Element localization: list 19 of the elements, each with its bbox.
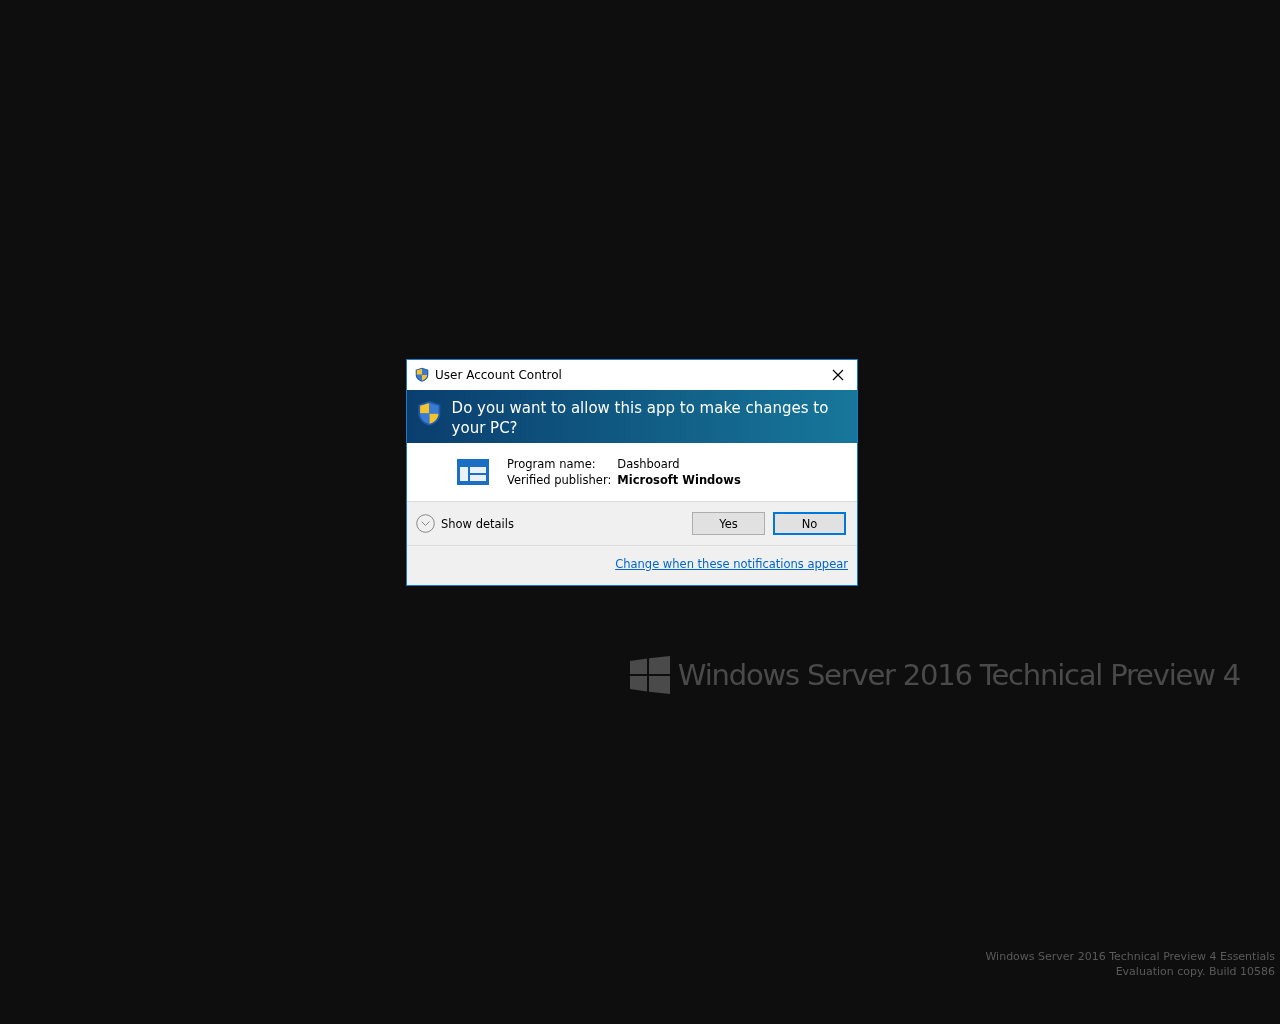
windows-logo-icon	[629, 656, 670, 694]
dialog-button[interactable]: Yes	[692, 512, 765, 535]
field-label: Verified publisher:	[507, 473, 612, 487]
field-label: Program name:	[507, 457, 597, 471]
shield-icon	[417, 398, 442, 429]
settings-link[interactable]: Change when these notifications appear	[615, 557, 848, 571]
show-details-toggle[interactable]: Show details	[416, 514, 684, 533]
product-name: Windows Server 2016 Technical Preview 4	[677, 658, 1240, 692]
edition-text: Evaluation copy. Build 10586	[1115, 965, 1275, 978]
chevron-circle-icon	[416, 514, 435, 533]
app-window-icon	[457, 459, 489, 485]
window-title: User Account Control	[435, 368, 563, 382]
close-icon	[832, 369, 844, 381]
question-text: Do you want to allow this app to make changes to your PC?	[451, 398, 830, 438]
dialog-button[interactable]: No	[773, 512, 846, 535]
field-value: Dashboard	[617, 457, 681, 471]
field-value: Microsoft Windows	[617, 473, 741, 487]
shield-icon	[415, 367, 429, 383]
edition-text: Windows Server 2016 Technical Preview 4 Essentials	[985, 950, 1275, 963]
